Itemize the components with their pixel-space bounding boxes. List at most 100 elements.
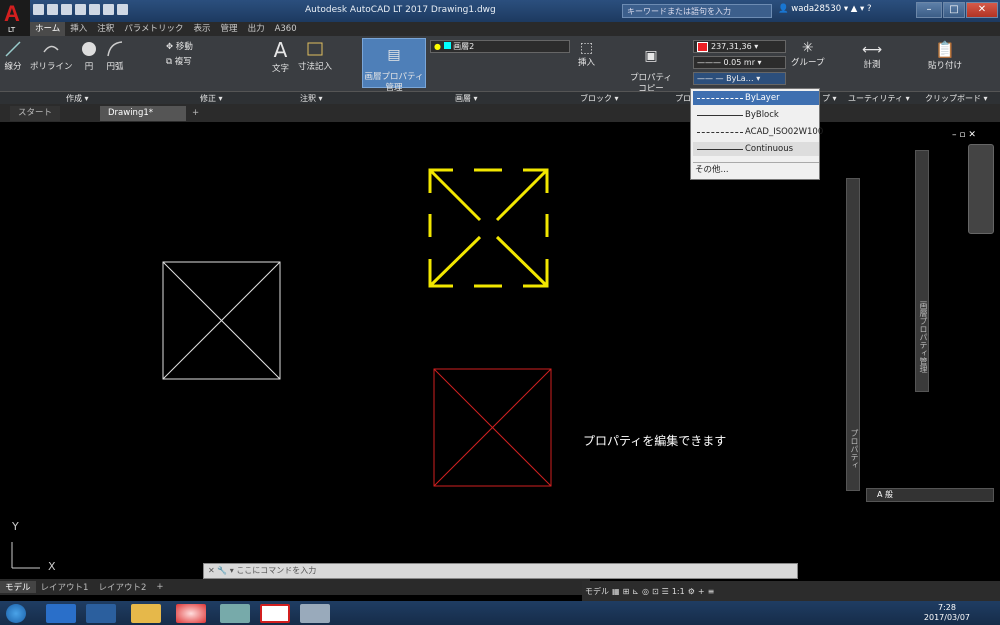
panel-annotation[interactable]: 注釈 ▾ [300,93,323,104]
lineweight-dropdown[interactable]: ——— 0.05 mr ▾ [693,56,786,69]
layer-manager-palette[interactable]: 画層プロパティ管理 [915,150,929,392]
white-square-shape[interactable] [162,261,281,380]
user-account[interactable]: 👤 wada28530 ▾ ▲ ▾ ? [778,4,872,14]
properties-palette-label: プロパティ [850,429,859,469]
panel-groups[interactable]: プ ▾ [822,93,837,104]
navigation-bar[interactable] [968,144,994,234]
tab-output[interactable]: 出力 [243,22,270,36]
viewport-controls[interactable]: – ▫ ✕ [952,130,976,140]
measure-tool[interactable]: ⟷ 計測 [862,42,882,70]
customize-icon[interactable]: ≡ [708,587,715,596]
tab-home[interactable]: ホーム [30,22,66,36]
save-icon[interactable] [61,4,72,15]
layout-tabs: モデル レイアウト1 レイアウト2 + [0,579,590,595]
tab-layout2[interactable]: レイアウト2 [93,581,151,593]
dimension-tool[interactable]: 寸法記入 [298,40,332,72]
save-as-icon[interactable] [75,4,86,15]
osnap-icon[interactable]: ⊡ [652,587,659,596]
app-icon[interactable] [220,604,250,623]
tab-drawing1[interactable]: Drawing1* [100,106,186,121]
arc-tool[interactable]: 円弧 [106,40,124,72]
panel-modify[interactable]: 修正 ▾ [200,93,223,104]
tab-start[interactable]: スタート [10,106,61,121]
help-search-input[interactable]: キーワードまたは語句を入力 [622,4,772,18]
app-edition-label: LT [8,26,16,34]
tab-parametric[interactable]: パラメトリック [119,22,188,36]
tab-layout1[interactable]: レイアウト1 [36,581,94,593]
autocad-taskbar-icon[interactable] [260,604,290,623]
canvas-annotation-text: プロパティを編集できます [583,434,727,448]
open-icon[interactable] [47,4,58,15]
layer-dropdown[interactable]: ● 画層2 [430,40,570,53]
username: wada28530 [791,4,842,14]
layer-properties-button[interactable]: ▤ 画層プロパティ 管理 [362,38,426,93]
linetype-option-bylayer[interactable]: ByLayer [693,91,819,105]
panel-draw[interactable]: 作成 ▾ [66,93,89,104]
ie-icon[interactable] [46,604,76,623]
circle-icon [82,42,96,56]
new-icon[interactable] [33,4,44,15]
properties-palette[interactable]: プロパティ [846,178,860,491]
line-tool[interactable]: 線分 [4,40,22,72]
undo-icon[interactable] [103,4,114,15]
windows-taskbar [0,601,1000,625]
tab-view[interactable]: 表示 [189,22,216,36]
tab-model[interactable]: モデル [0,581,36,593]
system-clock[interactable]: 7:28 2017/03/07 [924,603,970,623]
snap-icon[interactable]: ⊞ [623,587,630,596]
dimension-icon [307,42,323,56]
polyline-tool[interactable]: ポリライン [30,40,73,72]
help-icon[interactable]: ▾ ▲ ▾ ? [844,4,872,14]
red-square-shape[interactable] [433,368,552,487]
group-tool[interactable]: ✳ グループ [791,40,825,68]
new-tab-button[interactable]: + [188,106,203,121]
plus-icon[interactable]: + [698,587,705,596]
linetype-dropdown[interactable]: —— — ByLa… ▾ [693,72,786,85]
linetype-option-byblock[interactable]: ByBlock [693,108,819,122]
tab-manage[interactable]: 管理 [216,22,243,36]
explorer-icon[interactable] [131,604,161,623]
settings-icon[interactable]: ⚙ [688,587,695,596]
grid-icon[interactable]: ▦ [612,587,620,596]
print-icon[interactable] [89,4,100,15]
insert-block-tool[interactable]: ⬚ 挿入 [578,40,595,68]
media-player-icon[interactable] [86,604,116,623]
paint-icon[interactable] [300,604,330,623]
color-dropdown[interactable]: 237,31,36 ▾ [693,40,786,53]
maximize-button[interactable]: □ [943,2,965,18]
copy-tool[interactable]: ⧉ 複写 [166,55,192,67]
close-button[interactable]: ✕ [966,2,998,18]
text-tool[interactable]: A 文字 [272,38,289,74]
application-menu-button[interactable]: A LT [0,0,30,38]
polar-icon[interactable]: ◎ [642,587,649,596]
redo-icon[interactable] [117,4,128,15]
match-properties-tool[interactable]: ▣ プロパティ コピー [630,40,672,95]
panel-properties[interactable]: プロ [675,93,691,104]
command-line-input[interactable]: ✕ 🔧 ▾ ここにコマンドを入力 [203,563,798,579]
panel-utilities[interactable]: ユーティリティ ▾ [848,93,910,104]
linetype-option-iso02w100[interactable]: ACAD_ISO02W100 [693,125,823,139]
ortho-icon[interactable]: ⊾ [632,587,639,596]
tab-annotate[interactable]: 注釈 [92,22,119,36]
panel-layers[interactable]: 画層 ▾ [455,93,478,104]
move-tool[interactable]: ✥ 移動 [166,40,193,52]
tab-a360[interactable]: A360 [270,22,302,36]
minimize-button[interactable]: – [916,2,942,18]
chrome-icon[interactable] [176,604,206,623]
panel-clipboard[interactable]: クリップボード ▾ [925,93,988,104]
linetype-option-continuous[interactable]: Continuous [693,142,819,156]
panel-block[interactable]: ブロック ▾ [580,93,619,104]
tab-insert[interactable]: 挿入 [65,22,92,36]
move-icon: ✥ [166,42,174,52]
model-space-button[interactable]: モデル [585,586,609,597]
circle-tool[interactable]: 円 [80,40,98,72]
start-button-icon[interactable] [6,604,26,623]
linetype-option-other[interactable]: その他... [693,162,819,176]
autocad-logo-icon: A [4,1,20,26]
add-layout-button[interactable]: + [151,582,168,592]
annotation-scale[interactable]: 1:1 [672,587,685,596]
lineweight-icon[interactable]: ☰ [662,587,669,596]
paste-tool[interactable]: 📋 貼り付け [928,40,962,71]
annotation-toolstrip[interactable]: A 般 [866,488,994,502]
yellow-dashed-square-shape[interactable] [428,168,549,288]
